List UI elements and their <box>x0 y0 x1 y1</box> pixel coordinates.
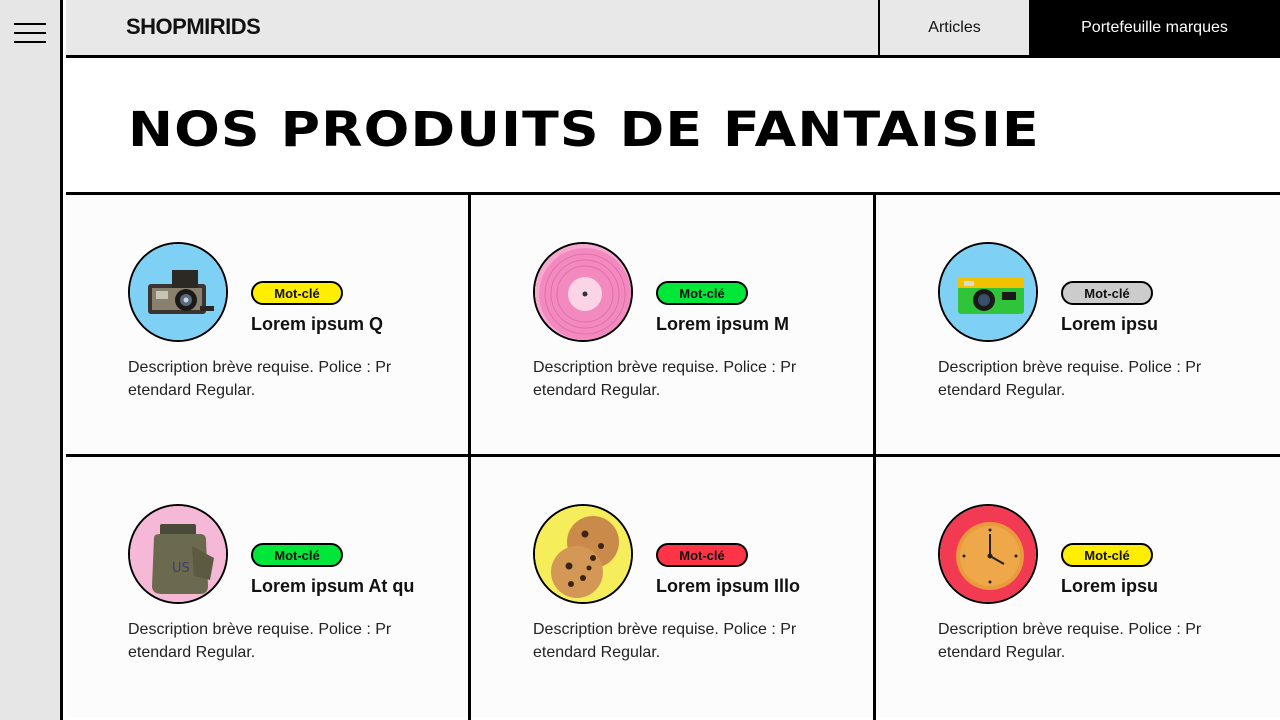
top-bar: SHOPMIRIDS Articles Portefeuille marques <box>66 0 1280 58</box>
product-description: Description brève requise. Police : Pret… <box>533 359 797 399</box>
grid-divider <box>873 195 876 720</box>
keyword-badge: Mot-clé <box>251 543 343 567</box>
product-description: Description brève requise. Police : Pret… <box>128 621 392 661</box>
product-title[interactable]: Lorem ipsu <box>1061 576 1158 597</box>
disposable-camera-icon <box>938 242 1038 342</box>
product-description: Description brève requise. Police : Pret… <box>938 621 1202 661</box>
product-grid: Mot-clé Lorem ipsum Q Description brève … <box>66 195 1280 720</box>
keyword-badge: Mot-clé <box>656 543 748 567</box>
keyword-badge: Mot-clé <box>251 281 343 305</box>
sidebar <box>0 0 63 720</box>
product-card[interactable]: Mot-clé Lorem ipsu Description brève req… <box>876 195 1280 455</box>
product-card[interactable]: US Mot-clé Lorem ipsum At qu Description… <box>66 457 470 717</box>
product-description: Description brève requise. Police : Pret… <box>128 359 392 399</box>
cookies-icon <box>533 504 633 604</box>
product-title[interactable]: Lorem ipsu <box>1061 314 1158 335</box>
product-description: Description brève requise. Police : Pret… <box>533 621 797 661</box>
product-description: Description brève requise. Police : Pret… <box>938 359 1202 399</box>
product-card[interactable]: Mot-clé Lorem ipsum Illo Description brè… <box>471 457 875 717</box>
nav-articles[interactable]: Articles <box>878 0 1029 55</box>
hamburger-menu-icon[interactable] <box>14 21 48 45</box>
canteen-pouch-icon: US <box>128 504 228 604</box>
vinyl-record-icon <box>533 242 633 342</box>
grid-divider <box>66 454 1280 457</box>
product-title[interactable]: Lorem ipsum Q <box>251 314 383 335</box>
page-title: NOS PRODUITS DE FANTAISIE <box>128 102 1040 158</box>
product-title[interactable]: Lorem ipsum M <box>656 314 789 335</box>
product-title[interactable]: Lorem ipsum At qu <box>251 576 414 597</box>
wall-clock-icon <box>938 504 1038 604</box>
nav-brand-portfolio[interactable]: Portefeuille marques <box>1029 0 1280 55</box>
keyword-badge: Mot-clé <box>656 281 748 305</box>
product-card[interactable]: Mot-clé Lorem ipsum Q Description brève … <box>66 195 470 455</box>
product-card[interactable]: Mot-clé Lorem ipsum M Description brève … <box>471 195 875 455</box>
product-card[interactable]: Mot-clé Lorem ipsu Description brève req… <box>876 457 1280 717</box>
hero-section: NOS PRODUITS DE FANTAISIE <box>66 58 1280 195</box>
product-title[interactable]: Lorem ipsum Illo <box>656 576 800 597</box>
keyword-badge: Mot-clé <box>1061 281 1153 305</box>
vintage-camera-icon <box>128 242 228 342</box>
svg-text:US: US <box>172 561 190 576</box>
keyword-badge: Mot-clé <box>1061 543 1153 567</box>
brand-logo[interactable]: SHOPMIRIDS <box>126 14 261 40</box>
grid-divider <box>468 195 471 720</box>
